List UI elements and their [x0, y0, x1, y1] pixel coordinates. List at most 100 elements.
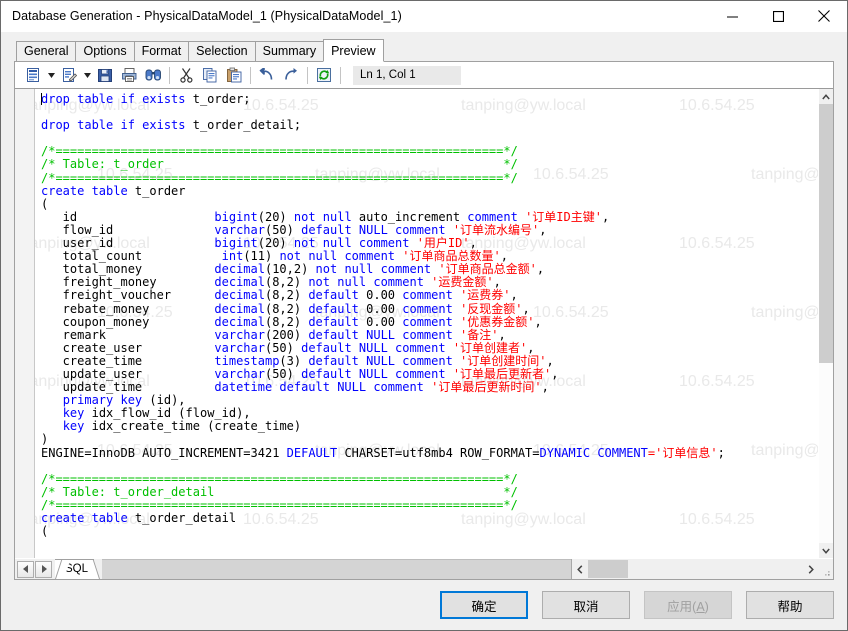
code-token: comment	[467, 209, 518, 224]
sheet-prev-button[interactable]	[17, 560, 34, 578]
code-token: t_order_detail	[127, 511, 237, 525]
editor-gutter	[15, 89, 35, 558]
code-token: 0.00	[358, 301, 403, 316]
code-token: user_id	[41, 236, 215, 251]
chevron-up-icon	[822, 93, 830, 99]
code-token: coupon_money	[41, 314, 215, 329]
code-token: '订单ID主键'	[517, 209, 602, 224]
refresh-button[interactable]	[312, 64, 336, 87]
code-token: drop table if exists	[41, 92, 186, 106]
refresh-icon	[317, 68, 331, 82]
code-token: (	[41, 524, 49, 539]
sheet-next-button[interactable]	[35, 560, 52, 578]
save-button[interactable]	[93, 64, 117, 87]
code-token: (3)	[279, 353, 309, 368]
code-token: /*======================================…	[41, 497, 518, 512]
scroll-up-button[interactable]	[819, 89, 833, 104]
cancel-button[interactable]: 取消	[542, 591, 630, 619]
cursor-position-field: Ln 1, Col 1	[353, 65, 461, 85]
tab-options[interactable]: Options	[75, 41, 135, 61]
help-button[interactable]: 帮助	[746, 591, 834, 619]
new-document-icon	[27, 68, 39, 82]
code-token: drop table if exists	[41, 118, 186, 133]
code-token: (50)	[264, 340, 302, 355]
scroll-right-button[interactable]	[803, 559, 819, 579]
triangle-right-icon	[41, 565, 47, 573]
code-token: update_time	[41, 380, 215, 395]
save-icon	[98, 69, 112, 82]
code-token: (50)	[264, 366, 302, 381]
horizontal-scroll-track[interactable]	[588, 559, 803, 579]
horizontal-scrollbar[interactable]	[571, 559, 833, 579]
code-token: /*======================================…	[41, 144, 518, 159]
edit-document-button[interactable]	[57, 64, 81, 87]
tab-format[interactable]: Format	[133, 41, 190, 61]
copy-icon	[203, 68, 217, 83]
code-token: (8,2)	[264, 314, 309, 329]
code-token: 0.00	[358, 314, 403, 329]
new-document-button[interactable]	[21, 64, 45, 87]
close-button[interactable]	[801, 1, 847, 31]
code-token: (20)	[257, 209, 294, 224]
code-token: comment	[402, 288, 453, 303]
code-token: t_order;	[185, 92, 251, 106]
code-token: freight_voucher	[41, 288, 215, 303]
code-token: comment	[402, 314, 453, 329]
new-document-dropdown[interactable]	[45, 64, 57, 87]
toolbar-separator	[307, 66, 308, 84]
tab-summary[interactable]: Summary	[254, 41, 325, 61]
code-token: )	[41, 432, 49, 447]
code-token: create table	[41, 511, 128, 525]
scroll-left-button[interactable]	[572, 559, 588, 579]
horizontal-scroll-thumb[interactable]	[588, 560, 628, 578]
code-token: ,	[510, 288, 518, 303]
paste-button[interactable]	[222, 64, 246, 87]
redo-icon	[285, 68, 297, 80]
code-token: bigint	[214, 236, 258, 251]
print-icon	[121, 68, 136, 82]
maximize-button[interactable]	[755, 1, 801, 31]
apply-button[interactable]: 应用(A)	[644, 591, 732, 619]
cut-button[interactable]	[174, 64, 198, 87]
copy-button[interactable]	[198, 64, 222, 87]
resize-grip[interactable]	[819, 559, 833, 579]
redo-button[interactable]	[279, 64, 303, 87]
toolbar-separator	[250, 66, 251, 84]
code-line: create table t_order	[41, 184, 818, 198]
scroll-down-button[interactable]	[819, 543, 833, 558]
vertical-scrollbar[interactable]	[818, 89, 833, 558]
vertical-scroll-thumb[interactable]	[819, 104, 833, 363]
dialog-button-bar: 确定 取消 应用(A) 帮助	[1, 580, 847, 630]
tab-selection[interactable]: Selection	[188, 41, 256, 61]
code-token: (id),	[142, 393, 186, 408]
edit-document-dropdown[interactable]	[81, 64, 93, 87]
ok-button[interactable]: 确定	[440, 591, 528, 619]
editor-toolbar: Ln 1, Col 1	[15, 62, 833, 89]
undo-button[interactable]	[255, 64, 279, 87]
tab-strip-container: General Options Format Selection Summary…	[1, 32, 847, 62]
code-token: ,	[469, 236, 477, 251]
minimize-button[interactable]	[709, 1, 755, 31]
code-token: default NULL comment	[301, 366, 446, 381]
code-token: bigint	[214, 209, 258, 224]
find-button[interactable]	[141, 64, 165, 87]
code-token: ,	[522, 301, 530, 316]
sheet-tab-sql[interactable]: SQL	[55, 559, 95, 579]
code-token: timestamp	[214, 353, 280, 368]
code-token: varchar	[214, 222, 265, 237]
vertical-scroll-track[interactable]	[819, 104, 833, 543]
print-button[interactable]	[117, 64, 141, 87]
code-viewport[interactable]: tanping@yw.local 10.6.54.25 tanping@yw.loc…	[35, 89, 818, 558]
code-token: idx_create_time (create_time)	[84, 419, 302, 434]
apply-button-label: 应用(A)	[667, 599, 709, 614]
code-token: key	[62, 406, 85, 421]
sql-code[interactable]: drop table if exists t_order; drop table…	[35, 89, 818, 538]
window-title: Database Generation - PhysicalDataModel_…	[12, 9, 402, 23]
tab-preview[interactable]: Preview	[323, 39, 384, 62]
code-line: drop table if exists t_order;	[41, 92, 818, 106]
code-token: not null	[293, 209, 352, 224]
tab-general[interactable]: General	[16, 41, 77, 61]
code-token: (8,2)	[264, 301, 309, 316]
toolbar-separator	[340, 66, 341, 84]
code-token: '反现金额'	[452, 301, 523, 316]
